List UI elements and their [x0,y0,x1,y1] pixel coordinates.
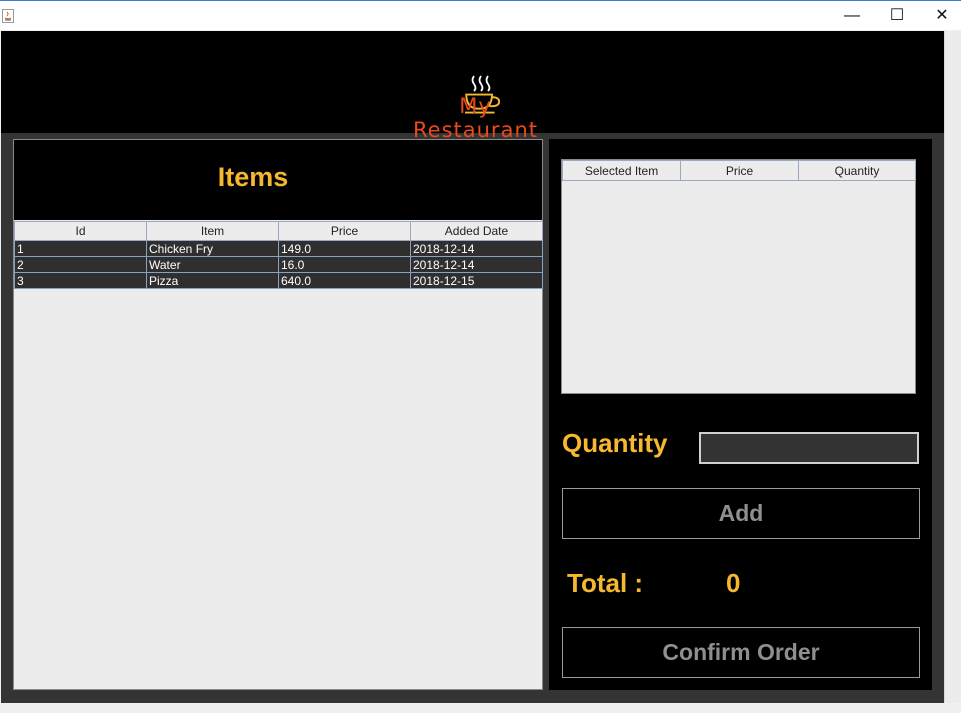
items-header: Items [14,140,542,220]
cell-price[interactable]: 640.0 [278,272,411,289]
quantity-label: Quantity [562,428,668,458]
column-header-added-date[interactable]: Added Date [410,221,543,241]
column-header-quantity[interactable]: Quantity [798,160,916,181]
add-button[interactable]: Add [562,488,920,539]
column-header-selected-item[interactable]: Selected Item [562,160,681,181]
selected-items-table[interactable]: Selected Item Price Quantity [562,160,916,181]
title-bar: — ☐ ✕ [0,0,961,30]
cell-added-date[interactable]: 2018-12-15 [410,272,543,289]
column-header-price[interactable]: Price [278,221,411,241]
cell-id[interactable]: 1 [14,240,147,257]
items-panel: Items Id Item Price Added Date 1 Chicken… [13,139,543,690]
table-row[interactable]: 3 Pizza 640.0 2018-12-15 [14,272,543,289]
column-header-price[interactable]: Price [680,160,799,181]
java-app-icon [2,9,14,23]
cell-id[interactable]: 2 [14,256,147,273]
cell-id[interactable]: 3 [14,272,147,289]
confirm-order-button[interactable]: Confirm Order [562,627,920,678]
minimize-button[interactable]: — [829,1,875,31]
selected-items-table-container[interactable]: Selected Item Price Quantity [561,159,916,394]
close-button[interactable]: ✕ [919,1,961,31]
cell-price[interactable]: 16.0 [278,256,411,273]
cell-item[interactable]: Water [146,256,279,273]
steam-icon [471,75,491,92]
total-value: 0 [726,568,741,598]
cell-added-date[interactable]: 2018-12-14 [410,240,543,257]
selected-items-header: Selected Item Price Quantity [562,160,916,181]
cell-price[interactable]: 149.0 [278,240,411,257]
app-header: My Restaurant [1,31,944,142]
column-header-id[interactable]: Id [14,221,147,241]
items-table-header: Id Item Price Added Date [14,221,543,241]
quantity-input[interactable] [699,432,919,464]
main-frame: My Restaurant Items Id Item Price Added … [1,31,944,703]
table-row[interactable]: 2 Water 16.0 2018-12-14 [14,256,543,273]
cell-item[interactable]: Pizza [146,272,279,289]
items-title: Items [217,162,289,192]
cell-item[interactable]: Chicken Fry [146,240,279,257]
items-table[interactable]: Id Item Price Added Date 1 Chicken Fry 1… [14,221,543,289]
window-edge [944,31,961,703]
column-header-item[interactable]: Item [146,221,279,241]
brand-name: My Restaurant [413,94,538,142]
maximize-button[interactable]: ☐ [874,1,920,31]
order-panel: Selected Item Price Quantity Quantity Ad… [549,139,932,690]
window-bottom-edge [0,703,961,713]
table-row[interactable]: 1 Chicken Fry 149.0 2018-12-14 [14,240,543,257]
cell-added-date[interactable]: 2018-12-14 [410,256,543,273]
total-label: Total : [567,568,644,598]
